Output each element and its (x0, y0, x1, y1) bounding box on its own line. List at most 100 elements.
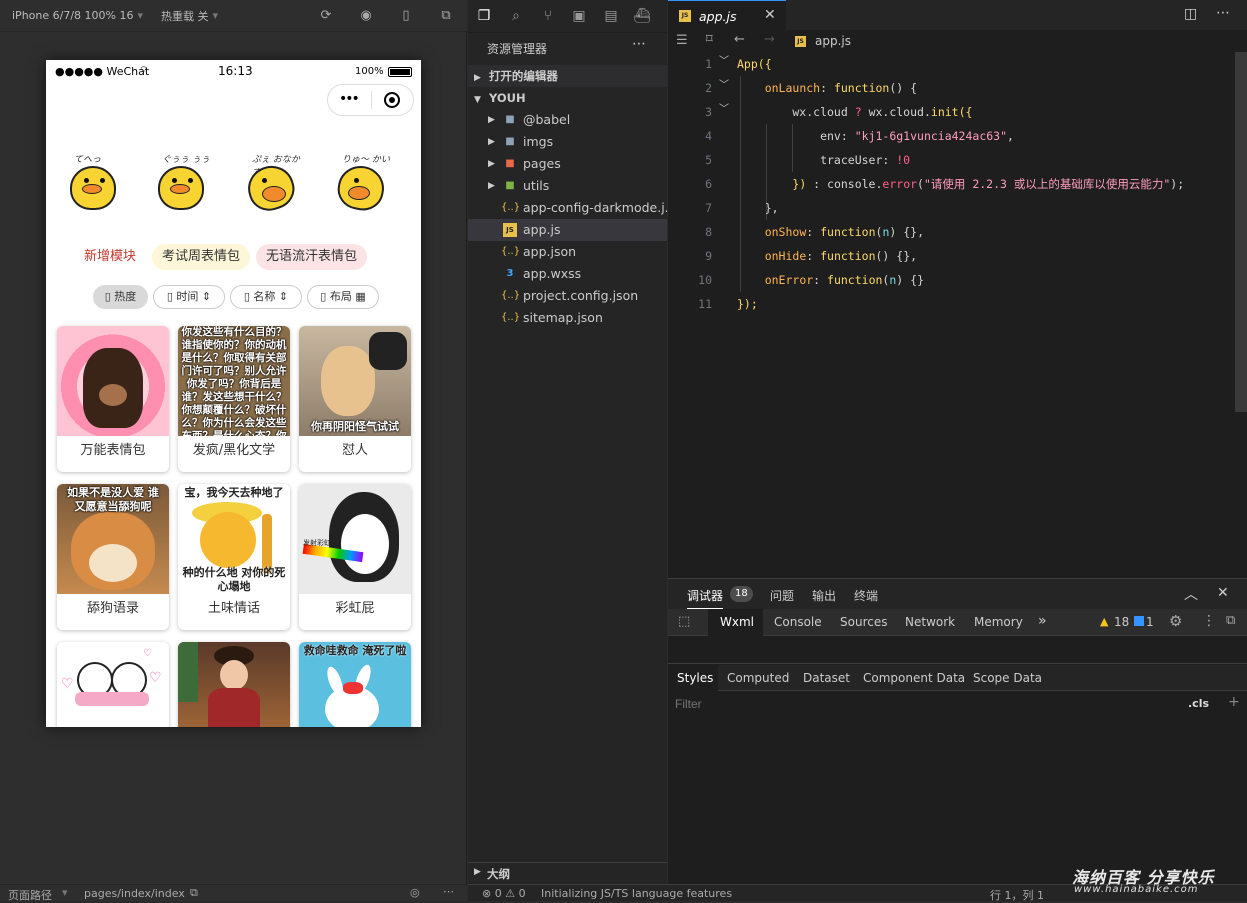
close-miniprogram-icon[interactable] (384, 92, 400, 108)
tab-memory[interactable]: Memory (974, 615, 1023, 629)
close-icon[interactable]: ✕ (1217, 585, 1229, 601)
docker-icon[interactable]: ⛴ (632, 6, 652, 26)
eye-icon[interactable]: ◎ (410, 886, 420, 899)
tree-item-app-json[interactable]: {..} app.json (468, 241, 667, 263)
files-icon[interactable]: ❐ (474, 6, 494, 26)
heart-icon: ♡ (61, 676, 74, 692)
tab-app-js[interactable]: JS app.js ✕ (668, 0, 786, 30)
tree-item-project-config[interactable]: {..} project.config.json (468, 285, 667, 307)
fold-icon[interactable]: ﹀ (719, 74, 729, 98)
back-icon[interactable]: ← (734, 32, 745, 47)
tree-item-app-wxss[interactable]: 3 app.wxss (468, 263, 667, 285)
warning-count[interactable]: 18 (1114, 615, 1129, 629)
inspect-icon[interactable]: ⬚ (678, 614, 690, 629)
bookmark-icon[interactable]: ⌑ (706, 32, 713, 47)
tab-styles[interactable]: Styles (677, 671, 713, 685)
tab-sources[interactable]: Sources (840, 615, 887, 629)
problems-counter[interactable]: ⊗ 0 ⚠ 0 (482, 887, 526, 900)
tag-new-module[interactable]: 新增模块 (84, 244, 136, 270)
refresh-icon[interactable]: ⟳ (318, 8, 334, 24)
card-roast[interactable]: 你再阴阳怪气试试 怼人 (299, 326, 411, 472)
tab-dataset[interactable]: Dataset (803, 671, 850, 685)
tab-terminal[interactable]: 终端 (854, 587, 878, 604)
tab-console[interactable]: Console (774, 615, 822, 629)
card-drama[interactable] (178, 642, 290, 727)
source-control-icon[interactable]: ⑂ (538, 6, 558, 26)
more-icon[interactable]: ••• (339, 91, 360, 107)
outline-section[interactable]: ▶ 大纲 (468, 862, 667, 884)
tree-item-babel[interactable]: ▶ ■ @babel (468, 109, 667, 131)
filter-hot-button[interactable]: ▯ 热度 (93, 285, 148, 309)
tab-scope-data[interactable]: Scope Data (973, 671, 1042, 685)
forward-icon[interactable]: → (764, 32, 775, 47)
tab-network[interactable]: Network (905, 615, 955, 629)
card-rainbow-fart[interactable]: 发射彩虹屁 彩虹屁 (299, 484, 411, 630)
info-icon (1134, 616, 1144, 626)
add-style-icon[interactable]: + (1228, 694, 1240, 710)
code-line-8: onShow: function(n) {}, (764, 225, 924, 239)
tab-output[interactable]: 输出 (812, 587, 836, 604)
stop-icon[interactable]: ◉ (358, 8, 374, 24)
tree-item-app-js[interactable]: JS app.js (468, 219, 667, 241)
tree-item-sitemap[interactable]: {..} sitemap.json (468, 307, 667, 329)
tab-component-data[interactable]: Component Data (863, 671, 965, 685)
storage-icon[interactable]: ▤ (601, 6, 621, 26)
card-crazy-text[interactable]: 你发这些有什么目的？谁指使你的？你的动机是什么？你取得有关部门许可了吗？别人允许… (178, 326, 290, 472)
divider (468, 32, 667, 33)
close-icon[interactable]: ✕ (764, 7, 776, 23)
styles-filter-input[interactable] (670, 694, 1178, 714)
extensions-icon[interactable]: ▣ (569, 6, 589, 26)
grid-icon: ▦ (355, 290, 366, 303)
open-editors-section[interactable]: ▶ 打开的编辑器 (468, 65, 667, 87)
device-select[interactable]: iPhone 6/7/8 100% 16 (12, 9, 133, 22)
tab-computed[interactable]: Computed (727, 671, 789, 685)
status-message: Initializing JS/TS language features (541, 887, 733, 900)
phone-icon[interactable]: ▯ (398, 8, 414, 24)
search-icon[interactable]: ⌕ (506, 6, 526, 26)
card-love-words[interactable]: 宝，我今天去种地了 种的什么地 对你的死心塌地 土味情话 (178, 484, 290, 630)
hot-reload-select[interactable]: 热重载 关 (161, 8, 209, 24)
watermark-url: www.hainabaike.com (1074, 884, 1199, 895)
tab-problems[interactable]: 问题 (770, 587, 794, 604)
more-icon[interactable]: ⋯ (632, 36, 646, 52)
filter-layout-button[interactable]: ▯ 布局 ▦ (307, 285, 379, 309)
card-rescue[interactable]: 救命哇救命 淹死了啦 (299, 642, 411, 727)
filter-name-button[interactable]: ▯ 名称 ⇕ (230, 285, 302, 309)
tab-wxml[interactable]: Wxml (720, 615, 754, 629)
fold-icon[interactable]: ﹀ (719, 98, 729, 122)
more-icon[interactable]: ⋯ (443, 885, 454, 898)
duck-stickers: てへっ ぐぅぅ ぅぅ ぷぇ おなかすいた りゅ〜 かい (60, 152, 410, 222)
chevron-up-icon[interactable]: ︿ (1184, 584, 1198, 604)
tab-debugger[interactable]: 调试器 (687, 587, 724, 609)
info-count[interactable]: 1 (1146, 615, 1154, 629)
card-simp-quotes[interactable]: 如果不是没人爱 谁又愿意当舔狗呢 舔狗语录 (57, 484, 169, 630)
card-bears[interactable]: ♡ ♡ ♡ (57, 642, 169, 727)
gear-icon[interactable]: ⚙ (1169, 612, 1182, 630)
more-icon[interactable]: ⋯ (1216, 5, 1230, 21)
scrollbar[interactable] (1235, 52, 1247, 412)
tag-exam-week[interactable]: 考试周表情包 (152, 244, 251, 270)
more-tabs-icon[interactable]: » (1038, 613, 1047, 629)
chevron-down-icon: ▾ (62, 886, 68, 899)
code-area[interactable]: 1 2 3 4 5 6 7 8 9 10 11 ﹀ ﹀ ﹀ App({ onLa… (668, 52, 1247, 316)
split-editor-icon[interactable]: ◫ (1184, 6, 1197, 22)
project-root[interactable]: ▼ YOUH (468, 87, 667, 109)
line-number: 2 (705, 81, 712, 95)
tree-item-pages[interactable]: ▶ ■ pages (468, 153, 667, 175)
more-vertical-icon[interactable]: ⋮ (1202, 613, 1216, 629)
filter-time-button[interactable]: ▯ 时间 ⇕ (153, 285, 225, 309)
copy-icon[interactable]: ⧉ (190, 886, 198, 900)
code-line-5: traceUser: !0 (737, 153, 911, 167)
tree-item-utils[interactable]: ▶ ■ utils (468, 175, 667, 197)
breadcrumb-file[interactable]: app.js (815, 34, 851, 48)
cls-toggle[interactable]: .cls (1188, 697, 1209, 710)
tree-item-app-config-darkmode[interactable]: {..} app-config-darkmode.j... (468, 197, 667, 219)
dock-icon[interactable]: ⧉ (1226, 613, 1235, 628)
fold-icon[interactable]: ﹀ (719, 50, 729, 74)
tree-item-imgs[interactable]: ▶ ■ imgs (468, 131, 667, 153)
wxml-tree-area[interactable] (668, 636, 1247, 664)
card-universal[interactable]: 万能表情包 (57, 326, 169, 472)
list-icon[interactable]: ☰ (676, 33, 688, 48)
tag-speechless[interactable]: 无语流汗表情包 (256, 244, 368, 270)
detach-window-icon[interactable]: ⧉ (438, 8, 454, 24)
